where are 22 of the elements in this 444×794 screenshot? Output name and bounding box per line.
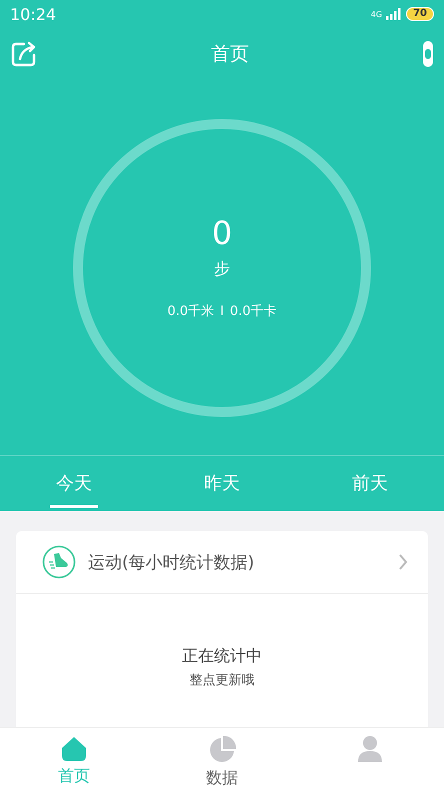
day-tab[interactable]: 今天 [50, 459, 98, 508]
step-unit: 步 [214, 259, 230, 280]
nav-label[interactable]: 首页 [58, 766, 90, 787]
status-text: 正在统计中 [182, 646, 262, 667]
step-count: 0 [212, 215, 232, 251]
share-icon[interactable] [10, 40, 38, 68]
nav-label[interactable]: 数据 [206, 768, 238, 789]
network-type: 4G [370, 10, 382, 18]
battery-level: 70 [406, 7, 434, 21]
page-title: 首页 [211, 42, 249, 67]
hint-text: 整点更新哦 [190, 672, 254, 689]
status-time: 10:24 [10, 4, 56, 24]
shoe-icon [42, 545, 76, 579]
chevron-right-icon[interactable] [398, 553, 408, 571]
day-tab[interactable]: 前天 [346, 459, 394, 508]
separator: I [220, 304, 224, 318]
day-tab[interactable]: 昨天 [198, 459, 246, 508]
calorie-value: 0.0千卡 [230, 303, 277, 320]
distance-value: 0.0千米 [167, 303, 214, 320]
signal-icon [386, 8, 402, 20]
card-title[interactable]: 运动(每小时统计数据) [88, 550, 386, 574]
fitness-band-icon[interactable] [422, 41, 434, 67]
